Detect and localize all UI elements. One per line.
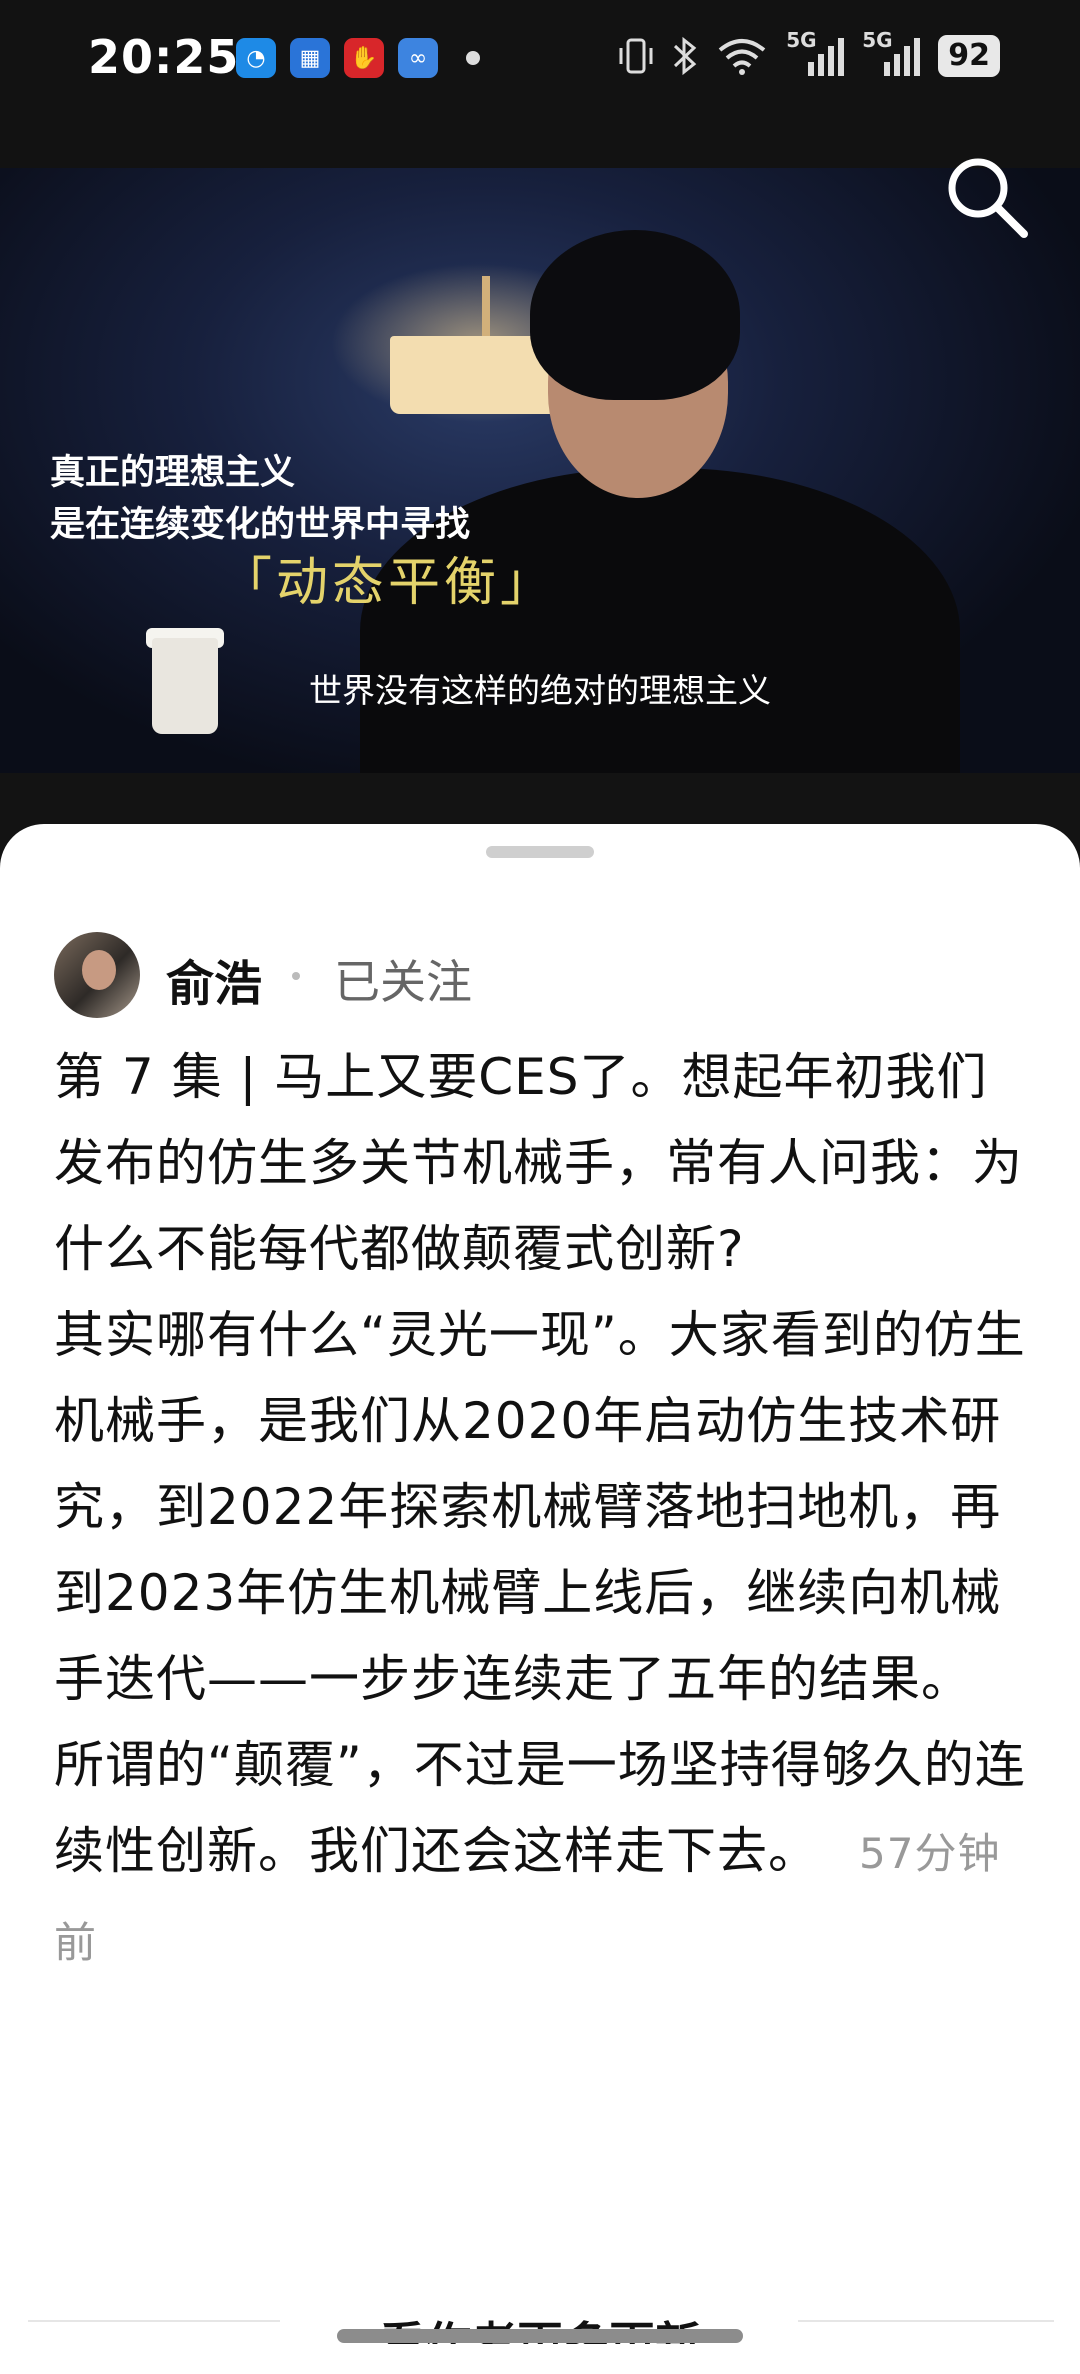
browser-app-icon: ◔ [236, 38, 276, 78]
thumbs-app-icon: ✋ [344, 38, 384, 78]
author-avatar[interactable] [54, 932, 140, 1018]
separator-dot [292, 972, 300, 980]
home-indicator[interactable] [337, 2329, 743, 2343]
author-name[interactable]: 俞浩 [166, 944, 262, 1014]
speaker-hair [530, 230, 740, 400]
video-subtitle: 世界没有这样的绝对的理想主义 [309, 671, 771, 710]
bluetooth-icon [674, 36, 697, 76]
status-bar: 20:25 ◔ ▦ ✋ ∞ 5G 5G 92 [0, 0, 1080, 168]
search-icon[interactable] [940, 150, 1030, 240]
video-player[interactable]: 真正的理想主义 是在连续变化的世界中寻找 「动态平衡」 世界没有这样的绝对的理想… [0, 168, 1080, 773]
video-overlay-emphasis: 「动态平衡」 [220, 553, 557, 613]
cell-signal-2-icon: 5G [862, 28, 921, 78]
post-body: 第 7 集 | 马上又要CES了。想起年初我们发布的仿生多关节机械手，常有人问我… [54, 1034, 1034, 1986]
wifi-icon [718, 39, 766, 75]
sheet-drag-handle[interactable] [486, 846, 594, 858]
status-time: 20:25 [88, 30, 240, 84]
post-paragraph-1: 第 7 集 | 马上又要CES了。想起年初我们发布的仿生多关节机械手，常有人问我… [54, 1048, 1023, 1278]
post-sheet: 俞浩 已关注 第 7 集 | 马上又要CES了。想起年初我们发布的仿生多关节机械… [0, 824, 1080, 2374]
lamp-pole [482, 276, 490, 336]
swirl-app-icon: ∞ [398, 38, 438, 78]
notification-icons: ◔ ▦ ✋ ∞ [236, 38, 480, 78]
more-notifications-icon [466, 51, 480, 65]
post-paragraph-2: 其实哪有什么“灵光一现”。大家看到的仿生机械手，是我们从2020年启动仿生技术研… [54, 1306, 1026, 1708]
video-overlay-line1: 真正的理想主义 [50, 453, 296, 493]
battery-indicator: 92 [938, 35, 1000, 77]
status-indicators: 5G 5G 92 [618, 28, 1000, 78]
follow-status-button[interactable]: 已关注 [334, 946, 472, 1012]
cell-signal-1-icon: 5G [786, 28, 845, 78]
vibrate-icon [619, 38, 653, 74]
chart-app-icon: ▦ [290, 38, 330, 78]
